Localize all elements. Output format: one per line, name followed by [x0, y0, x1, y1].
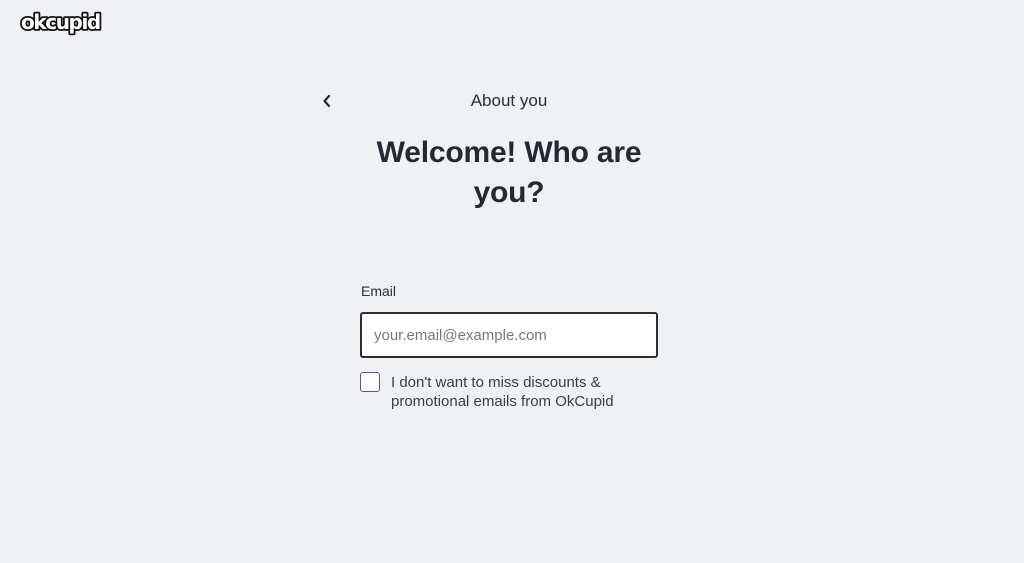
step-title: About you: [470, 91, 548, 110]
email-label: Email: [361, 283, 397, 299]
email-field[interactable]: [360, 312, 658, 358]
logo-text: okcupid: [21, 10, 100, 34]
page-title-line-2: you?: [473, 176, 545, 209]
okcupid-logo-mark: okcupid: [19, 8, 103, 36]
page-title: Welcome! Who are you?: [360, 133, 658, 213]
back-button[interactable]: [316, 90, 338, 112]
promo-checkbox[interactable]: [360, 372, 380, 392]
okcupid-logo[interactable]: okcupid: [19, 8, 106, 37]
chevron-left-icon: [323, 94, 331, 108]
page-title-line-1: Welcome! Who are: [376, 136, 642, 169]
promo-opt-in[interactable]: I don't want to miss discounts & promoti…: [360, 372, 658, 411]
promo-checkbox-label[interactable]: I don't want to miss discounts & promoti…: [391, 373, 641, 411]
